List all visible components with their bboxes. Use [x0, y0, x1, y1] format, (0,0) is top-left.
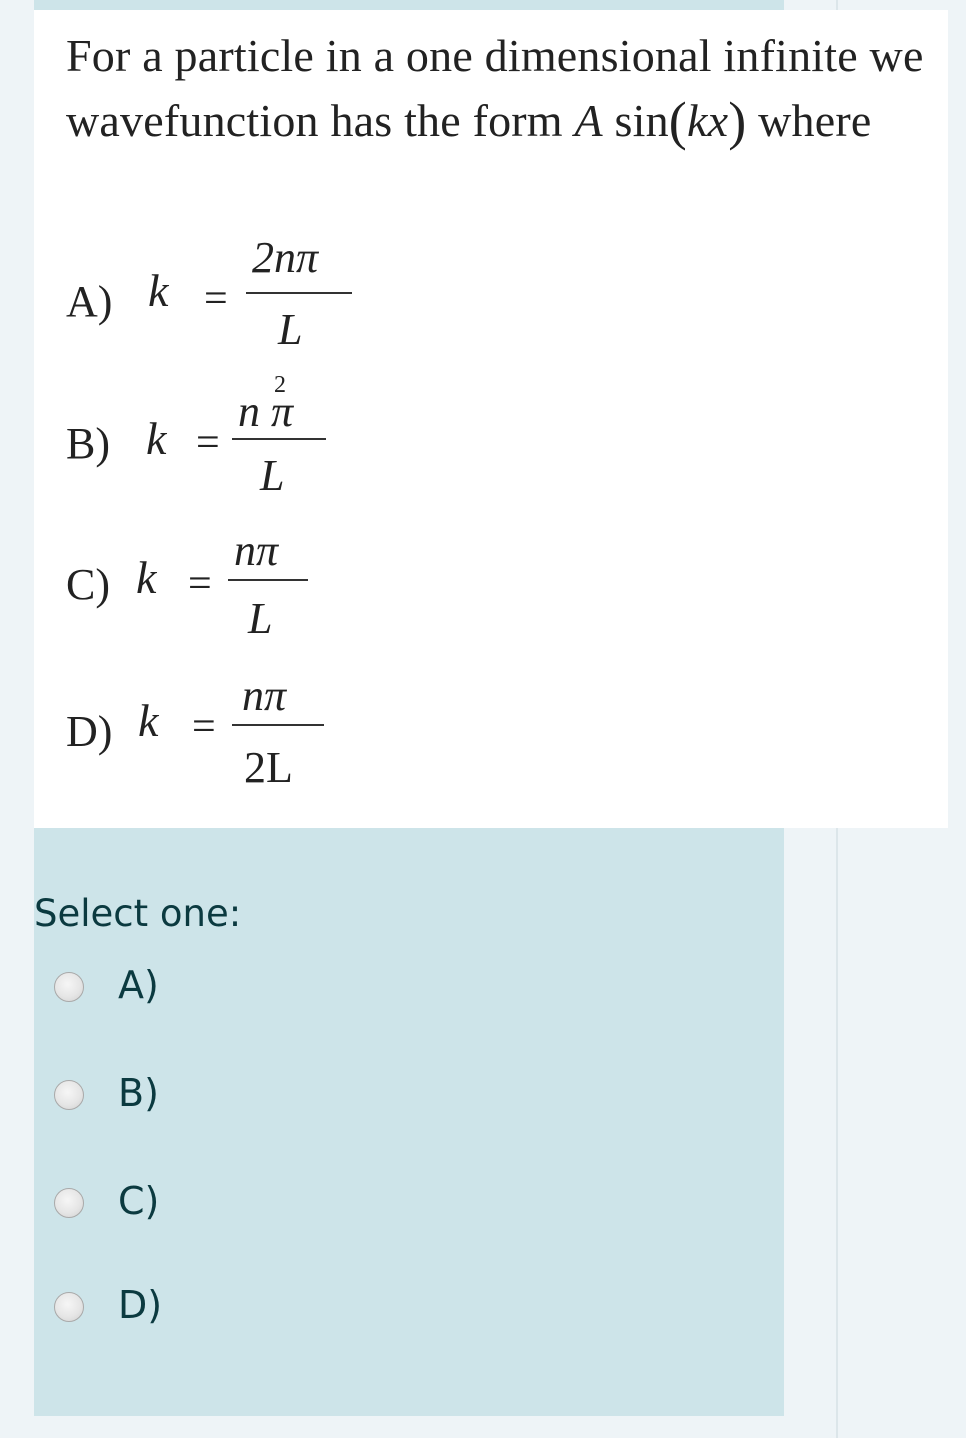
option-d-denominator: 2L: [244, 743, 293, 792]
option-a-fraction-bar: [246, 292, 352, 294]
option-d-k: k: [138, 695, 159, 746]
option-a-k: k: [148, 265, 169, 316]
option-b-superscript: 2: [274, 372, 286, 398]
choice-a[interactable]: A): [54, 960, 354, 1020]
radio-button-c[interactable]: [54, 1188, 84, 1218]
option-b-k: k: [146, 413, 167, 464]
choice-d-label[interactable]: D): [118, 1280, 162, 1330]
question-line-2-suffix: where: [746, 95, 872, 146]
option-c-denominator: L: [248, 594, 273, 643]
choice-c[interactable]: C): [54, 1176, 354, 1236]
option-a-denominator: L: [278, 305, 303, 354]
top-panel-strip: [34, 0, 784, 10]
option-c-letter: C): [66, 560, 110, 609]
answer-panel: Select one: A) B) C) D): [34, 828, 784, 1416]
question-line-1: For a particle in a one dimensional infi…: [66, 30, 924, 81]
symbol-A: A: [574, 95, 603, 146]
option-a-numerator: 2nπ: [252, 233, 319, 282]
option-c-fraction-bar: [228, 579, 308, 581]
radio-button-d[interactable]: [54, 1292, 84, 1322]
option-b-letter: B): [66, 419, 110, 468]
choice-a-label[interactable]: A): [118, 960, 159, 1010]
choice-d[interactable]: D): [54, 1280, 354, 1340]
option-c-k: k: [136, 552, 157, 603]
option-b-fraction-bar: [232, 438, 326, 440]
paren-open: (: [668, 91, 687, 151]
option-b-denominator: L: [260, 451, 285, 500]
select-one-prompt: Select one:: [34, 892, 242, 935]
paren-close: ): [728, 91, 747, 151]
symbol-sin: sin: [602, 95, 669, 146]
option-b-equals: =: [196, 420, 220, 466]
radio-button-b[interactable]: [54, 1080, 84, 1110]
choice-b-label[interactable]: B): [118, 1068, 159, 1118]
option-d-numerator: nπ: [242, 671, 287, 720]
option-c-equals: =: [188, 561, 212, 607]
choice-b[interactable]: B): [54, 1068, 354, 1128]
question-line-2: wavefunction has the form A sin(kx) wher…: [66, 92, 872, 148]
option-a-letter: A): [66, 277, 113, 326]
option-c-numerator: nπ: [234, 526, 279, 575]
question-line-2-prefix: wavefunction has the form: [66, 95, 575, 146]
option-d-equals: =: [192, 704, 216, 750]
option-d-fraction-bar: [232, 724, 324, 726]
symbol-kx: kx: [686, 95, 729, 146]
option-d-letter: D): [66, 707, 113, 756]
option-a-equals: =: [204, 276, 228, 322]
question-image: For a particle in a one dimensional infi…: [34, 10, 948, 828]
choice-c-label[interactable]: C): [118, 1176, 159, 1226]
radio-button-a[interactable]: [54, 972, 84, 1002]
